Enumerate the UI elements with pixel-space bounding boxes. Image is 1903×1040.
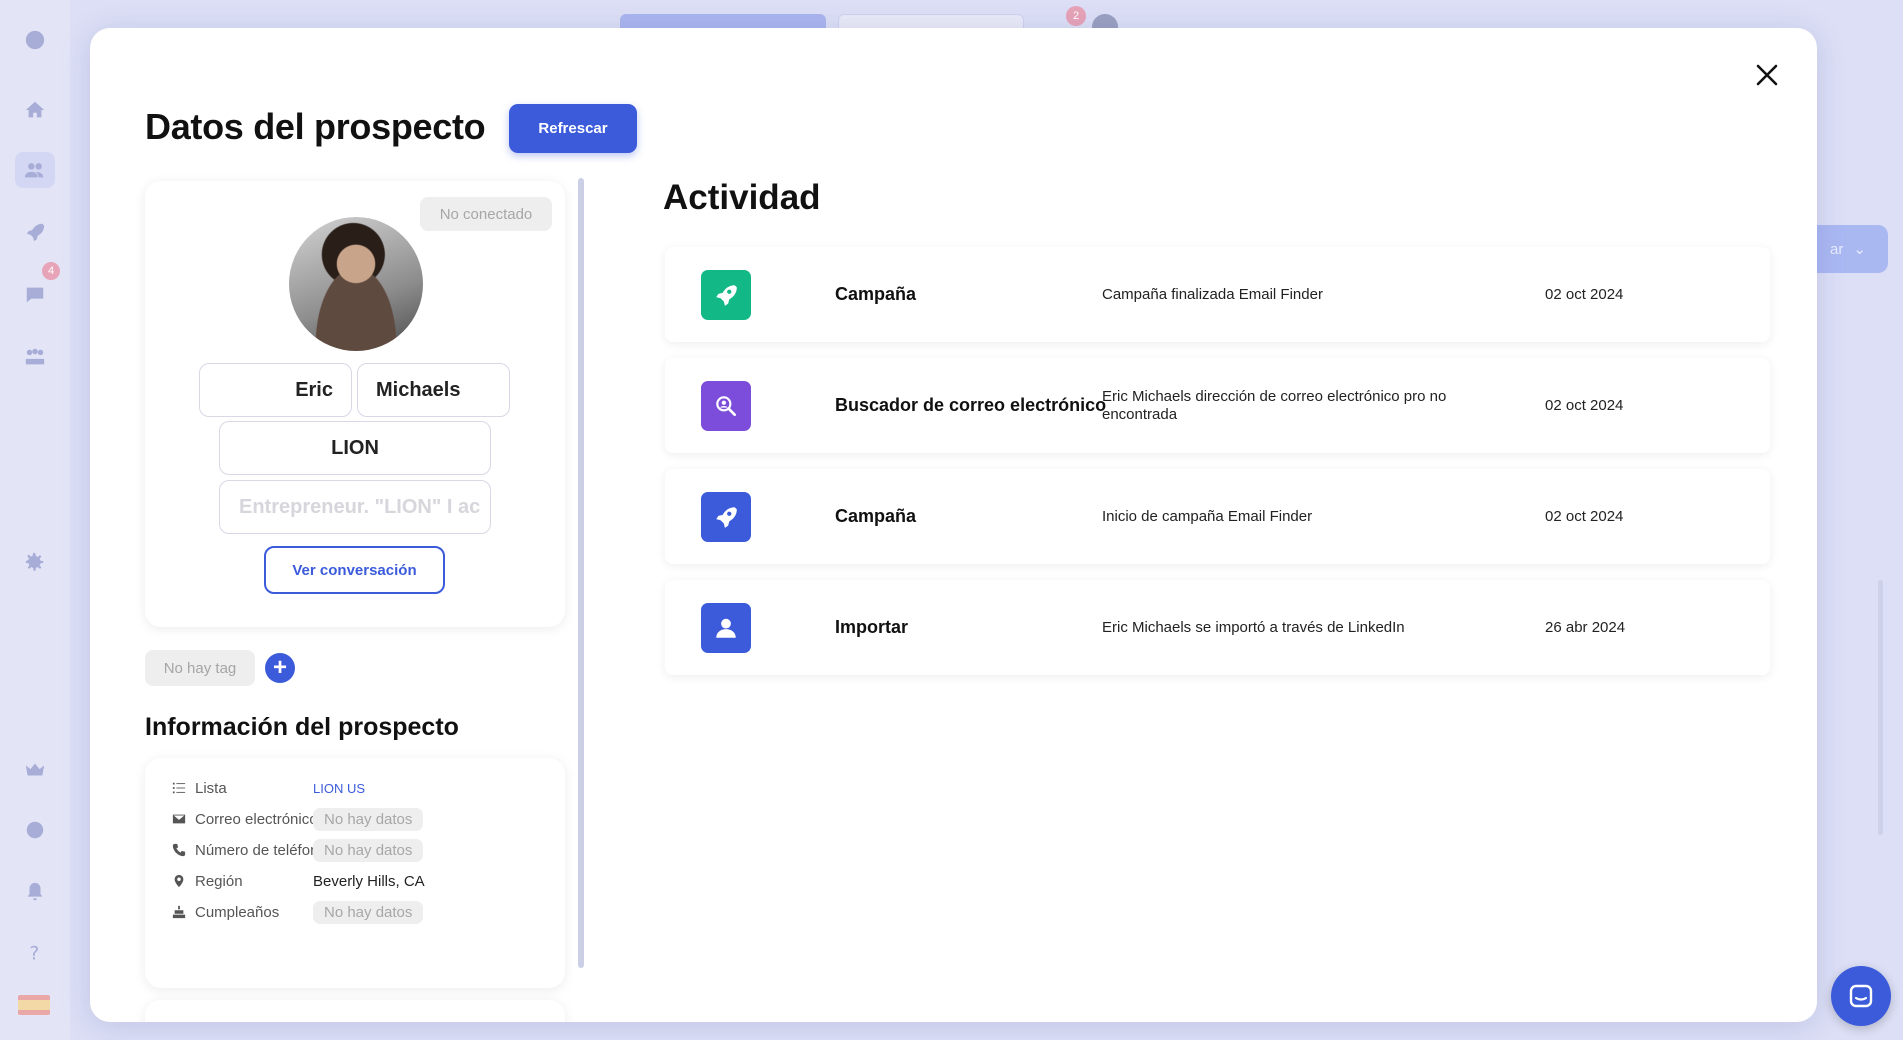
activity-type: Campaña <box>835 284 917 304</box>
info-label: Región <box>195 872 243 890</box>
background-action-label: ar <box>1830 240 1844 258</box>
activity-date: 02 oct 2024 <box>1545 508 1624 525</box>
profile-card: No conectado Eric Michaels LION Entrepre… <box>145 181 565 627</box>
chat-bubble-icon <box>1849 984 1873 1008</box>
bell-icon[interactable] <box>23 880 47 904</box>
crown-icon[interactable] <box>23 758 47 782</box>
info-label: Correo electrónico <box>195 810 313 828</box>
chat-badge: 4 <box>42 262 60 280</box>
info-label: Número de teléfono <box>195 841 313 859</box>
activity-item: Buscador de correo electrónico Eric Mich… <box>665 358 1770 453</box>
refresh-button[interactable]: Refrescar <box>509 104 637 153</box>
info-row-list: Lista LION US <box>171 775 551 801</box>
background-scrollbar <box>1878 580 1883 835</box>
activity-description: Inicio de campaña Email Finder <box>1102 507 1313 525</box>
list-icon <box>171 780 187 796</box>
cake-icon <box>171 904 187 920</box>
gear-icon[interactable] <box>23 550 47 574</box>
activity-item: Campaña Campaña finalizada Email Finder … <box>665 247 1770 342</box>
prospect-modal: Datos del prospecto Refrescar No conecta… <box>90 28 1817 1022</box>
phone-icon <box>171 842 187 858</box>
phone-value: No hay datos <box>313 838 424 862</box>
info-label: Cumpleaños <box>195 903 280 921</box>
list-link[interactable]: LION US <box>313 781 365 796</box>
last-name-field[interactable]: Michaels <box>357 363 510 417</box>
birthday-value: No hay datos <box>313 900 424 924</box>
activity-description: Eric Michaels dirección de correo electr… <box>1102 387 1447 423</box>
info-row-email: Correo electrónico No hay datos <box>171 806 551 832</box>
home-icon[interactable] <box>23 98 47 122</box>
help-icon[interactable]: ? <box>23 940 47 964</box>
activity-date: 02 oct 2024 <box>1545 397 1624 414</box>
connection-status-badge: No conectado <box>420 197 552 231</box>
activity-type: Buscador de correo electrónico <box>835 395 1107 415</box>
info-row-phone: Número de teléfono No hay datos <box>171 837 551 863</box>
background-action-button: ar ⌄ <box>1808 225 1888 273</box>
left-panel-scrollbar[interactable] <box>578 178 584 968</box>
activity-item: Importar Eric Michaels se importó a trav… <box>665 580 1770 675</box>
team-icon[interactable] <box>23 345 47 369</box>
chevron-down-icon: ⌄ <box>1853 241 1866 258</box>
activity-type: Importar <box>835 617 909 637</box>
add-tag-button[interactable]: + <box>265 653 295 683</box>
support-chat-button[interactable] <box>1831 966 1891 1026</box>
user-icon <box>701 603 751 653</box>
activity-description: Campaña finalizada Email Finder <box>1102 285 1323 303</box>
activity-item: Campaña Inicio de campaña Email Finder 0… <box>665 469 1770 564</box>
company-field[interactable]: LION <box>219 421 491 475</box>
additional-info-card <box>145 1000 565 1022</box>
settings-icon[interactable] <box>23 818 47 842</box>
activity-type: Campaña <box>835 506 917 526</box>
modal-title: Datos del prospecto <box>145 106 486 147</box>
info-section-title: Información del prospecto <box>145 713 459 741</box>
notification-badge: 2 <box>1066 6 1086 26</box>
rocket-icon <box>701 270 751 320</box>
logo-icon <box>23 28 47 52</box>
email-search-icon <box>701 381 751 431</box>
prospects-icon[interactable] <box>15 152 55 188</box>
svg-text:?: ? <box>30 943 40 963</box>
activity-date: 26 abr 2024 <box>1545 619 1626 636</box>
location-pin-icon <box>171 873 187 889</box>
app-sidebar: 4 ? <box>0 0 70 1040</box>
info-row-birthday: Cumpleaños No hay datos <box>171 899 551 925</box>
rocket-icon[interactable] <box>23 220 47 244</box>
info-card: Lista LION US Correo electrónico No hay … <box>145 758 565 988</box>
mail-icon <box>171 811 187 827</box>
activity-title: Actividad <box>663 178 821 217</box>
activity-description: Eric Michaels se importó a través de Lin… <box>1102 618 1405 636</box>
headline-field[interactable]: Entrepreneur. "LION" I ac <box>219 480 491 534</box>
info-label: Lista <box>195 779 227 797</box>
view-conversation-button[interactable]: Ver conversación <box>264 546 445 594</box>
region-value: Beverly Hills, CA <box>313 872 425 890</box>
rocket-icon <box>701 492 751 542</box>
email-value: No hay datos <box>313 807 424 831</box>
close-icon[interactable] <box>1752 60 1782 90</box>
first-name-field[interactable]: Eric <box>199 363 352 417</box>
language-flag-icon[interactable] <box>18 995 50 1015</box>
no-tag-badge: No hay tag <box>145 650 255 686</box>
chat-icon[interactable] <box>23 283 47 307</box>
activity-date: 02 oct 2024 <box>1545 286 1624 303</box>
prospect-avatar <box>289 217 423 351</box>
info-row-region: Región Beverly Hills, CA <box>171 868 551 894</box>
